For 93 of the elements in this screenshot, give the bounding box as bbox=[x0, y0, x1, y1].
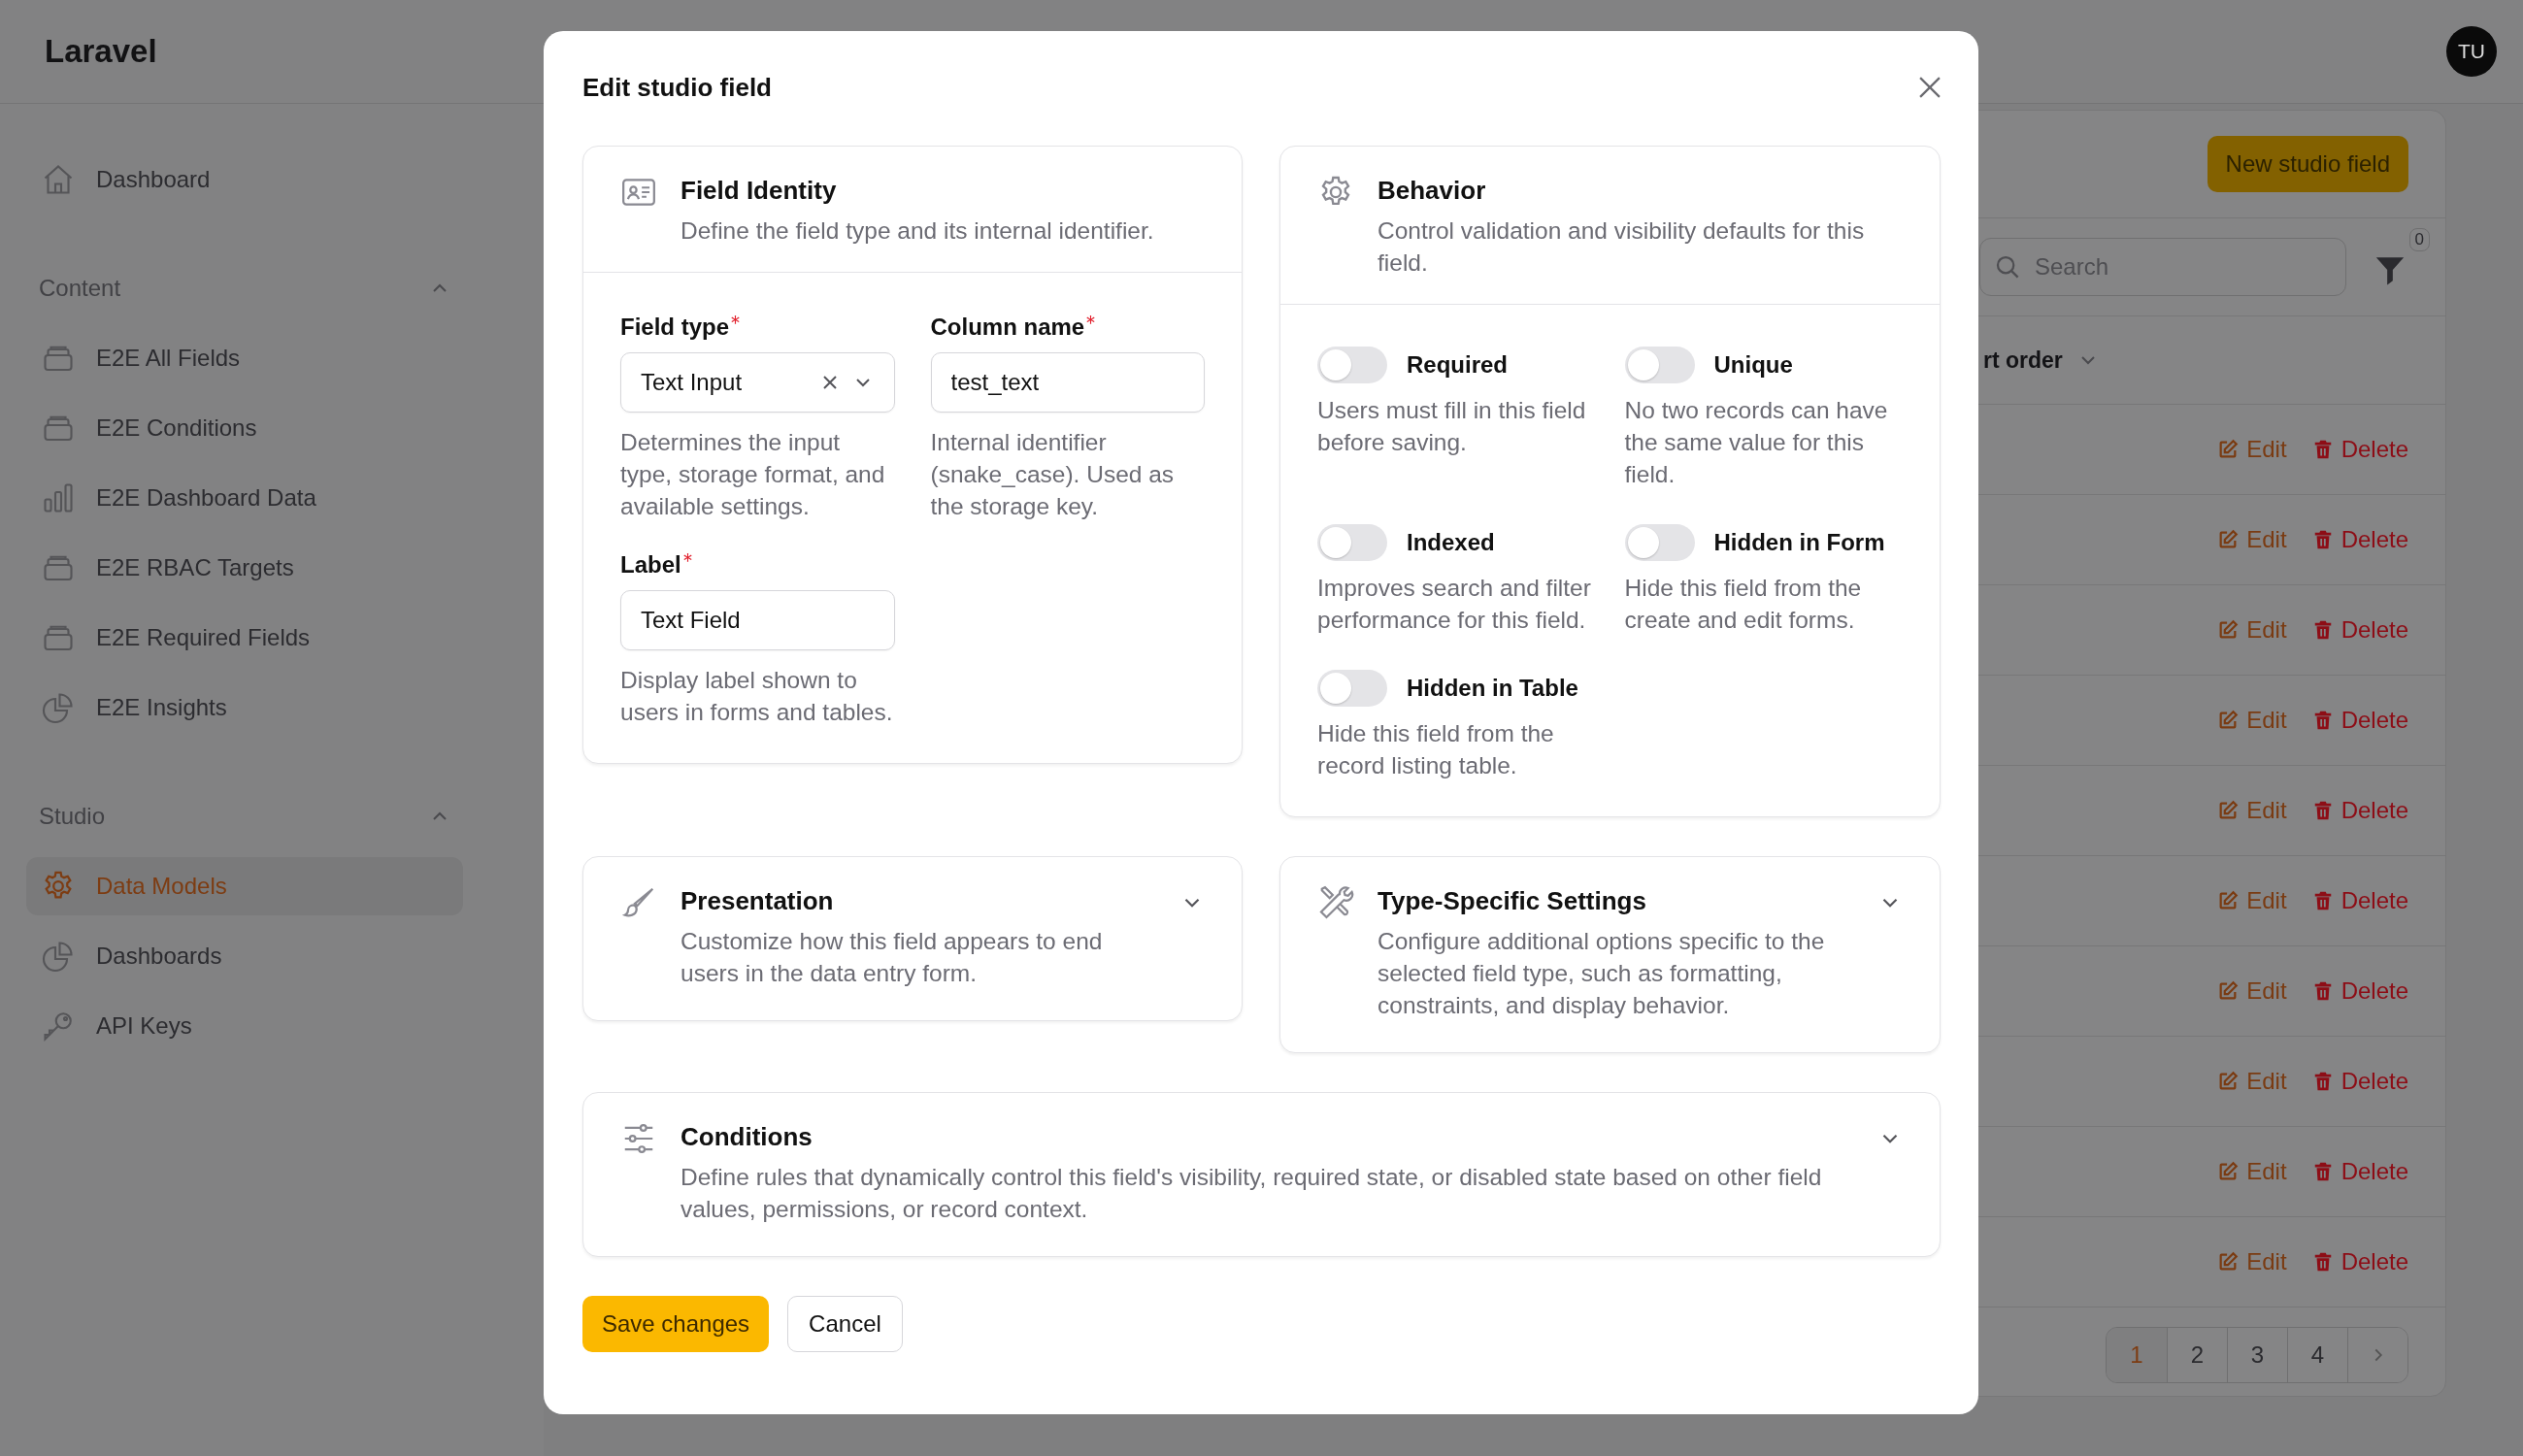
delete-link[interactable]: Delete bbox=[2311, 707, 2408, 734]
toggle-switch[interactable] bbox=[1624, 524, 1695, 561]
edit-link[interactable]: Edit bbox=[2217, 616, 2287, 644]
card-title: Presentation bbox=[681, 885, 835, 917]
toggle-label: Hidden in Form bbox=[1713, 529, 1885, 556]
nav-item[interactable]: API Keys bbox=[26, 997, 463, 1055]
dialog-title: Edit studio field bbox=[582, 72, 772, 103]
field-label: Label bbox=[620, 551, 681, 579]
toggle-label: Hidden in Table bbox=[1407, 675, 1578, 702]
toggle-hint: Users must fill in this field before saving. bbox=[1317, 396, 1587, 457]
delete-link[interactable]: Delete bbox=[2311, 797, 2408, 824]
conditions-card[interactable]: Conditions Define rules that dynamically control this field's visibility, required state, or disabled state based on other field values, permissions, or record context. bbox=[582, 1092, 1941, 1257]
edit-icon bbox=[2217, 980, 2240, 1002]
edit-icon bbox=[2217, 890, 2240, 911]
nav-group-title: Studio bbox=[39, 803, 106, 830]
edit-icon bbox=[2217, 619, 2240, 641]
toggle-switch[interactable] bbox=[1317, 670, 1387, 707]
field-hint: Internal identifier (snake_case). Used as the storage key. bbox=[930, 428, 1176, 521]
delete-link[interactable]: Delete bbox=[2311, 1248, 2408, 1275]
card-description: Define rules that dynamically control this field's visibility, required state, or disabled state based on other field values, permissions, or record context. bbox=[681, 1163, 1823, 1224]
pie-chart-icon bbox=[41, 939, 76, 974]
nav-item[interactable]: E2E Required Fields bbox=[26, 609, 463, 667]
delete-link[interactable]: Delete bbox=[2311, 616, 2408, 644]
toggle-label: Unique bbox=[1713, 351, 1793, 379]
nav-item[interactable]: E2E Conditions bbox=[26, 399, 463, 457]
card-title: Conditions bbox=[681, 1121, 813, 1153]
card-title: Type-Specific Settings bbox=[1378, 885, 1647, 917]
column-header[interactable]: rt order bbox=[1983, 347, 2063, 374]
field-hint: Display label shown to users in forms and tables. bbox=[620, 666, 894, 727]
tools-icon bbox=[1317, 884, 1354, 921]
input-field[interactable]: test_text bbox=[930, 352, 1205, 413]
edit-link[interactable]: Edit bbox=[2217, 436, 2287, 463]
edit-link[interactable]: Edit bbox=[2217, 887, 2287, 914]
nav-group-title: Content bbox=[39, 275, 121, 302]
card-title: Field Identity bbox=[681, 175, 838, 207]
filter-count-badge: 0 bbox=[2408, 228, 2430, 251]
toggle-hint: Improves search and filter performance for this field. bbox=[1317, 574, 1592, 635]
field-label: Column name bbox=[930, 314, 1085, 341]
card-description: Customize how this field appears to end users in the data entry form. bbox=[681, 927, 1104, 988]
nav-item[interactable]: E2E All Fields bbox=[26, 329, 463, 387]
cancel-button[interactable]: Cancel bbox=[787, 1296, 903, 1352]
edit-link[interactable]: Edit bbox=[2217, 977, 2287, 1005]
toggle-label: Indexed bbox=[1407, 529, 1495, 556]
toggle-switch[interactable] bbox=[1624, 347, 1695, 383]
user-avatar[interactable]: TU bbox=[2446, 26, 2497, 77]
field-label: Field type bbox=[620, 314, 730, 341]
toggle-switch[interactable] bbox=[1317, 347, 1387, 383]
delete-link[interactable]: Delete bbox=[2311, 977, 2408, 1005]
nav-item[interactable]: Dashboard bbox=[26, 150, 463, 209]
toggle-label: Required bbox=[1407, 351, 1508, 379]
nav-item[interactable]: E2E RBAC Targets bbox=[26, 539, 463, 597]
save-button[interactable]: Save changes bbox=[582, 1296, 770, 1352]
toggle-hint: Hide this field from the create and edit forms. bbox=[1624, 574, 1863, 635]
collapsible-card[interactable]: Presentation Customize how this field appears to end users in the data entry form. bbox=[582, 856, 1243, 1021]
bar-chart-icon bbox=[41, 480, 76, 515]
nav-item[interactable]: E2E Dashboard Data bbox=[26, 469, 463, 527]
delete-link[interactable]: Delete bbox=[2311, 887, 2408, 914]
toggle-hint: No two records can have the same value for this field. bbox=[1624, 396, 1889, 489]
edit-link[interactable]: Edit bbox=[2217, 1158, 2287, 1185]
toggle-switch[interactable] bbox=[1317, 524, 1387, 561]
field-type-select[interactable]: Text Input bbox=[620, 352, 895, 413]
delete-link[interactable]: Delete bbox=[2311, 1158, 2408, 1185]
nav-item[interactable]: Data Models bbox=[26, 857, 463, 915]
edit-link[interactable]: Edit bbox=[2217, 707, 2287, 734]
edit-icon bbox=[2217, 710, 2240, 731]
delete-link[interactable]: Delete bbox=[2311, 526, 2408, 553]
pie-chart-icon bbox=[41, 690, 76, 725]
edit-link[interactable]: Edit bbox=[2217, 1068, 2287, 1095]
new-field-button[interactable]: New studio field bbox=[2207, 136, 2408, 192]
edit-link[interactable]: Edit bbox=[2217, 797, 2287, 824]
input-field[interactable]: Text Field bbox=[620, 590, 895, 650]
card-title: Behavior bbox=[1378, 175, 1487, 207]
card-description: Define the field type and its internal identifier. bbox=[681, 216, 1155, 246]
next-page-button[interactable] bbox=[2347, 1328, 2407, 1382]
card-description: Configure additional options specific to the selected field type, such as formatting, constraints, and display behavior. bbox=[1378, 927, 1826, 1020]
edit-icon bbox=[2217, 1161, 2240, 1182]
edit-icon bbox=[2217, 529, 2240, 550]
delete-link[interactable]: Delete bbox=[2311, 1068, 2408, 1095]
edit-link[interactable]: Edit bbox=[2217, 1248, 2287, 1275]
toggle-hint: Hide this field from the record listing table. bbox=[1317, 719, 1555, 780]
edit-icon bbox=[2217, 1071, 2240, 1092]
edit-link[interactable]: Edit bbox=[2217, 526, 2287, 553]
brand-name: Laravel bbox=[45, 33, 157, 70]
card-description: Control validation and visibility defaults for this field. bbox=[1378, 216, 1866, 278]
edit-icon bbox=[2217, 439, 2240, 460]
page-button[interactable]: 1 bbox=[2107, 1328, 2167, 1382]
nav-item[interactable]: Dashboards bbox=[26, 927, 463, 985]
edit-icon bbox=[2217, 800, 2240, 821]
field-hint: Determines the input type, storage format, and available settings. bbox=[620, 428, 886, 521]
edit-icon bbox=[2217, 1251, 2240, 1273]
collapsible-card[interactable]: Type-Specific Settings Configure additional options specific to the selected field type, such as formatting, constraints, and display behavior. bbox=[1279, 856, 1941, 1053]
nav-item[interactable]: E2E Insights bbox=[26, 678, 463, 737]
delete-link[interactable]: Delete bbox=[2311, 436, 2408, 463]
